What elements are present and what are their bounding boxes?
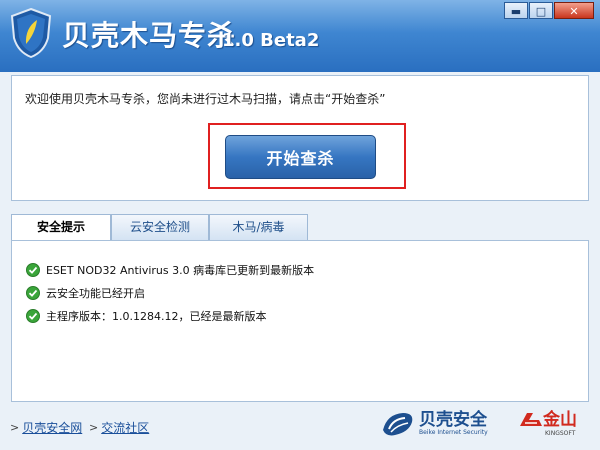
kingsoft-emblem-icon [520,413,542,426]
minimize-button[interactable]: ▬ [504,2,528,19]
chevron-right-icon: > [89,421,99,434]
welcome-message: 欢迎使用贝壳木马专杀，您尚未进行过木马扫描，请点击“开始查杀” [25,92,386,106]
footer-link-community[interactable]: > 交流社区 [89,419,149,436]
chevron-right-icon: > [10,421,20,434]
tab-cloud-security[interactable]: 云安全检测 [111,214,209,240]
tab-security-tips[interactable]: 安全提示 [11,214,111,241]
info-panel: ESET NOD32 Antivirus 3.0 病毒库已更新到最新版本 云安全… [11,240,589,402]
footer-link-label: 贝壳安全网 [22,421,83,435]
start-scan-button[interactable]: 开始查杀 [225,135,376,179]
beike-shell-icon [383,413,413,436]
beike-logo-text: 贝壳安全 [419,410,487,430]
beike-security-logo: 贝壳安全 Beike Internet Security [381,410,488,438]
status-item: 云安全功能已经开启 [26,285,145,301]
tab-trojan-virus[interactable]: 木马/病毒 [209,214,308,240]
footer-link-label: 交流社区 [101,421,150,435]
beike-logo-subtext: Beike Internet Security [419,429,488,436]
window-controls: ▬ □ ✕ [503,2,594,19]
app-title: 贝壳木马专杀 [62,19,237,52]
kingsoft-logo-text: 金山 [543,410,577,430]
app-version: 1.0 Beta2 [222,30,320,51]
status-text: 云安全功能已经开启 [46,287,145,300]
footer-link-beike-security[interactable]: > 贝壳安全网 [10,419,82,436]
kingsoft-logo-subtext: KINGSOFT [545,430,576,437]
kingsoft-logo: 金山 KINGSOFT [519,410,577,438]
status-item: ESET NOD32 Antivirus 3.0 病毒库已更新到最新版本 [26,262,314,278]
maximize-button[interactable]: □ [529,2,553,19]
close-button[interactable]: ✕ [554,2,594,19]
status-text: ESET NOD32 Antivirus 3.0 病毒库已更新到最新版本 [46,264,315,277]
shield-logo-icon [10,8,52,58]
check-icon [26,263,40,277]
check-icon [26,286,40,300]
title-bar: 贝壳木马专杀 1.0 Beta2 ▬ □ ✕ [0,0,600,72]
welcome-panel: 欢迎使用贝壳木马专杀，您尚未进行过木马扫描，请点击“开始查杀” 开始查杀 [11,75,589,201]
check-icon [26,309,40,323]
status-text: 主程序版本：1.0.1284.12，已经是最新版本 [46,310,267,323]
status-item: 主程序版本：1.0.1284.12，已经是最新版本 [26,308,266,324]
